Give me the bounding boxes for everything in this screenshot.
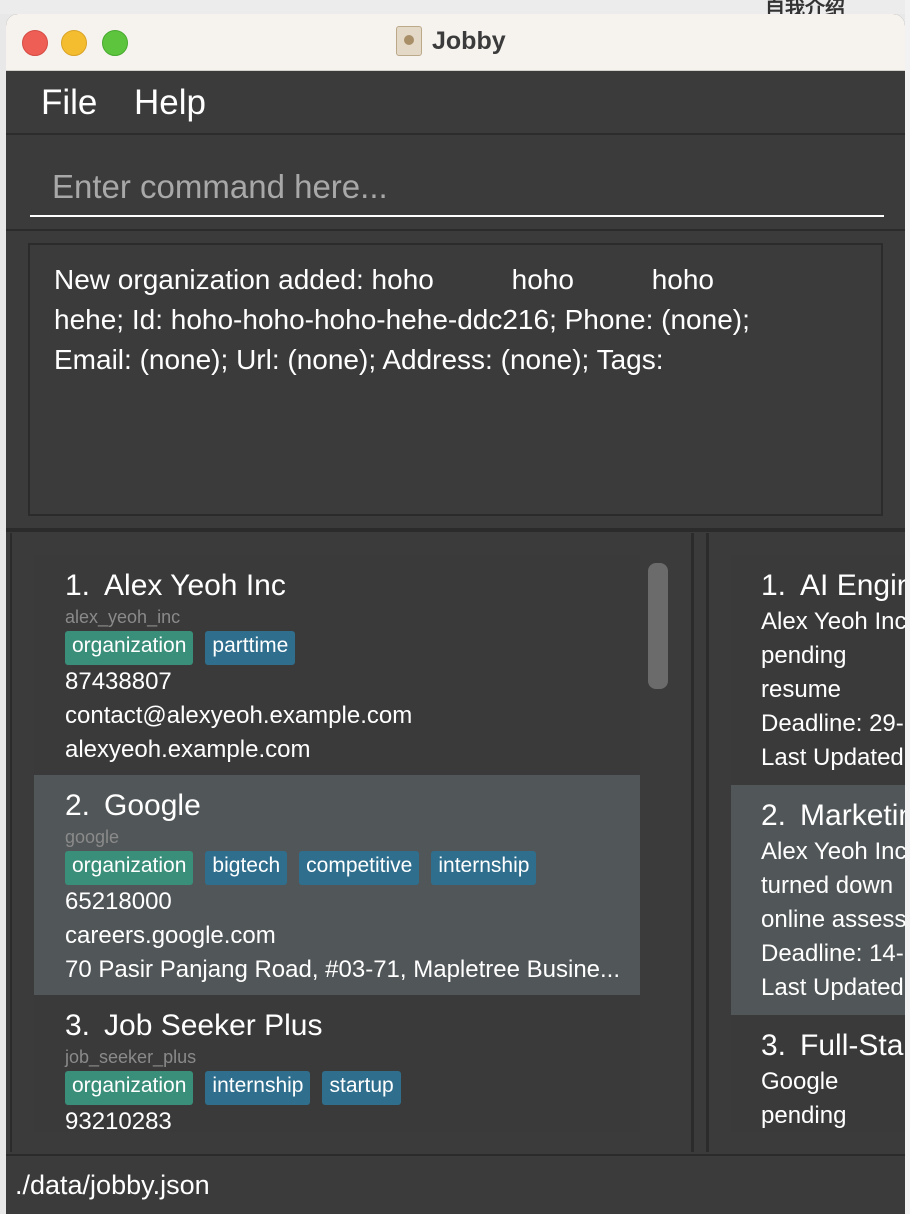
title-bar: Jobby <box>6 14 905 71</box>
close-window-button[interactable] <box>22 30 48 56</box>
tag-list: organization parttime <box>65 631 640 665</box>
url: careers.google.com <box>65 922 276 949</box>
window-title: Jobby <box>432 26 506 55</box>
card-title: 3. Job Seeker Plus <box>65 1009 323 1042</box>
result-text: New organization added: hoho hoho hoho h… <box>54 264 750 375</box>
list-scrollbar[interactable] <box>648 563 668 689</box>
organization-card[interactable]: 1. Alex Yeoh Inc alex_yeoh_inc organizati… <box>34 555 640 775</box>
contacts-app-icon <box>396 26 422 56</box>
url: alexyeoh.example.com <box>65 736 311 763</box>
address: 70 Pasir Panjang Road, #03-71, Mapletree… <box>65 956 621 983</box>
organization-card-selected[interactable]: 2. Google google organization bigtech com… <box>34 775 640 995</box>
application-list[interactable]: 1. AI Engin Alex Yeoh Inc pending resume … <box>731 555 905 1132</box>
application-title: Full-Sta <box>800 1029 904 1062</box>
card-title: 3. Full-Sta <box>761 1029 904 1062</box>
app-window: Jobby File Help New organization added: … <box>6 14 905 1214</box>
application-updated: Last Updated <box>761 974 904 1001</box>
tag-list: organization bigtech competitive interns… <box>65 851 640 885</box>
card-title: 1. AI Engin <box>761 567 905 605</box>
email: contact@alexyeoh.example.com <box>65 702 413 729</box>
tag: parttime <box>205 631 296 665</box>
tag: startup <box>322 1071 401 1105</box>
organization-card[interactable]: 3. Job Seeker Plus job_seeker_plus organi… <box>34 995 640 1132</box>
minimize-window-button[interactable] <box>61 30 87 56</box>
organization-list[interactable]: 1. Alex Yeoh Inc alex_yeoh_inc organizati… <box>34 555 640 1132</box>
status-bar: ./data/jobby.json <box>6 1154 905 1214</box>
title-group: Jobby <box>396 26 506 56</box>
application-list-panel: 1. AI Engin Alex Yeoh Inc pending resume … <box>706 533 905 1152</box>
tag: competitive <box>299 851 420 885</box>
application-stage: online assess <box>761 906 905 933</box>
organization-id: google <box>65 827 120 847</box>
organization-list-panel: 1. Alex Yeoh Inc alex_yeoh_inc organizati… <box>10 533 694 1152</box>
card-title: 2. Google <box>65 789 201 822</box>
organization-id: job_seeker_plus <box>65 1047 197 1067</box>
save-location: ./data/jobby.json <box>15 1170 210 1200</box>
application-deadline: Deadline: 14- <box>761 940 904 967</box>
application-stage: resume <box>761 676 842 703</box>
application-title: Marketin <box>800 799 905 832</box>
tag: internship <box>431 851 537 885</box>
desktop-background: 自我介绍 <box>0 0 910 20</box>
application-card[interactable]: 3. Full-Sta Google pending <box>731 1015 905 1132</box>
organization-name: Alex Yeoh Inc <box>104 569 286 602</box>
application-status: pending <box>761 642 847 669</box>
application-deadline: Deadline: 29- <box>761 710 904 737</box>
organization-id: alex_yeoh_inc <box>65 607 181 627</box>
application-card-selected[interactable]: 2. Marketin Alex Yeoh Inc turned down onl… <box>731 785 905 1015</box>
result-display: New organization added: hoho hoho hoho h… <box>28 243 883 516</box>
tag: organization <box>65 851 194 885</box>
application-status: turned down <box>761 872 894 899</box>
divider <box>6 528 905 532</box>
application-status: pending <box>761 1102 847 1129</box>
organization-name: Job Seeker Plus <box>104 1009 323 1042</box>
divider <box>6 229 905 231</box>
application-card[interactable]: 1. AI Engin Alex Yeoh Inc pending resume … <box>731 555 905 785</box>
organization-name: Google <box>104 789 201 822</box>
tag: bigtech <box>205 851 288 885</box>
tag-list: organization internship startup <box>65 1071 640 1105</box>
menu-help[interactable]: Help <box>134 83 206 123</box>
phone: 65218000 <box>65 888 172 915</box>
application-updated: Last Updated <box>761 744 904 771</box>
menu-bar: File Help <box>6 71 905 135</box>
card-title: 1. Alex Yeoh Inc <box>65 569 286 602</box>
application-org: Alex Yeoh Inc <box>761 608 905 635</box>
menu-file[interactable]: File <box>41 83 97 123</box>
card-title: 2. Marketin <box>761 797 905 835</box>
application-org: Alex Yeoh Inc <box>761 838 905 865</box>
phone: 93210283 <box>65 1108 172 1132</box>
tag: organization <box>65 1071 194 1105</box>
application-org: Google <box>761 1068 839 1095</box>
command-input[interactable] <box>30 159 884 215</box>
maximize-window-button[interactable] <box>102 30 128 56</box>
desktop-edge <box>905 0 910 1214</box>
tag: internship <box>205 1071 311 1105</box>
command-box <box>30 159 884 217</box>
application-title: AI Engin <box>800 569 905 602</box>
tag: organization <box>65 631 194 665</box>
phone: 87438807 <box>65 668 172 695</box>
